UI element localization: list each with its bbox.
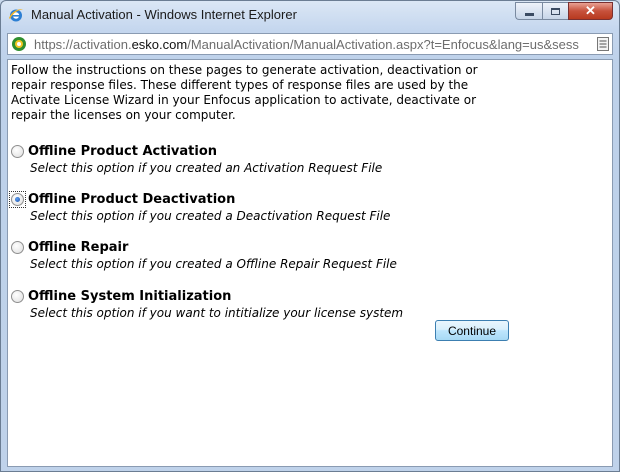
continue-button[interactable]: Continue	[435, 320, 509, 341]
option-label: Offline Repair	[28, 240, 129, 255]
url-host: esko.com	[131, 37, 188, 52]
option-description: Select this option if you want to intiti…	[30, 306, 404, 320]
url-suffix: /ManualActivation/ManualActivation.aspx?…	[187, 37, 579, 52]
browser-window: Manual Activation - Windows Internet Exp…	[0, 0, 620, 472]
option-label: Offline Product Deactivation	[28, 192, 236, 207]
option-description: Select this option if you created an Act…	[30, 161, 383, 175]
minimize-icon	[524, 12, 534, 16]
option-label: Offline System Initialization	[28, 289, 232, 304]
maximize-button[interactable]	[542, 2, 568, 20]
minimize-button[interactable]	[515, 2, 542, 20]
caption-buttons: ✕	[515, 2, 613, 22]
ie-icon	[9, 9, 23, 22]
radio-offline-system-initialization[interactable]	[11, 290, 24, 303]
radio-offline-repair[interactable]	[11, 241, 24, 254]
radio-offline-deactivation[interactable]	[11, 193, 24, 206]
radio-offline-activation[interactable]	[11, 145, 24, 158]
address-url[interactable]: https://activation.esko.com/ManualActiva…	[34, 37, 590, 52]
url-prefix: https://activation.	[34, 37, 132, 52]
page-content: Follow the instructions on these pages t…	[7, 59, 613, 467]
address-bar[interactable]: https://activation.esko.com/ManualActiva…	[7, 33, 613, 55]
option-description: Select this option if you created a Deac…	[30, 209, 391, 223]
title-bar[interactable]: Manual Activation - Windows Internet Exp…	[1, 1, 619, 31]
option-label: Offline Product Activation	[28, 144, 218, 159]
option-description: Select this option if you created a Offl…	[30, 257, 397, 271]
intro-text: Follow the instructions on these pages t…	[11, 63, 478, 122]
page-icon[interactable]	[597, 37, 609, 51]
ie-page-icon	[12, 37, 26, 51]
window-title: Manual Activation - Windows Internet Exp…	[31, 7, 297, 22]
maximize-icon	[551, 7, 560, 15]
close-button[interactable]: ✕	[568, 2, 613, 20]
close-icon: ✕	[585, 3, 596, 18]
